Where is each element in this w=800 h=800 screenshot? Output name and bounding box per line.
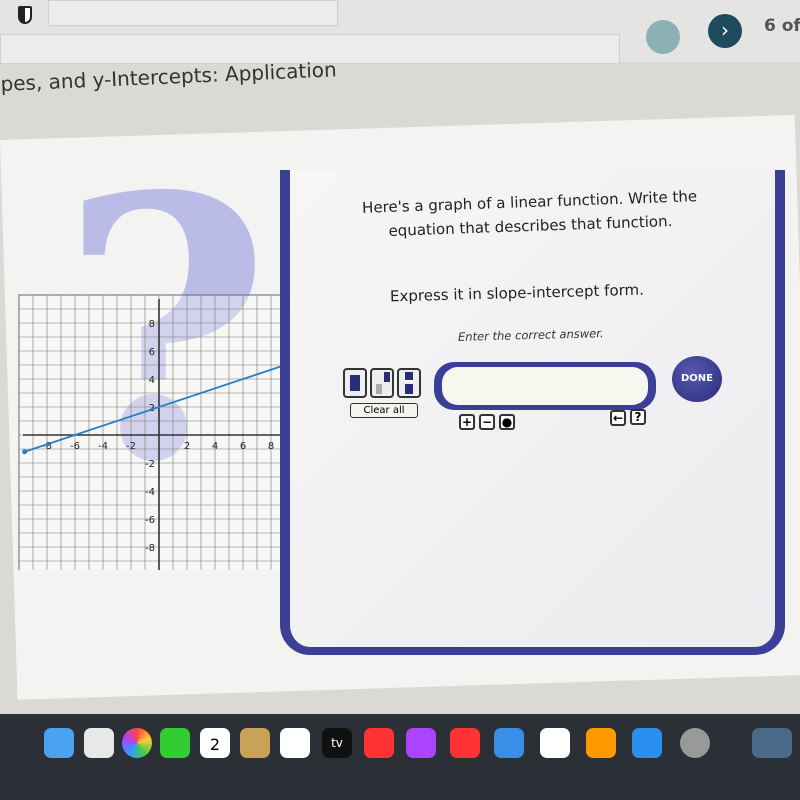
- news-icon[interactable]: [450, 728, 480, 758]
- photos-icon[interactable]: [122, 728, 152, 758]
- numbers-icon[interactable]: [540, 728, 570, 758]
- clear-all-button[interactable]: Clear all: [350, 403, 418, 418]
- x-tick-label: -6: [70, 441, 80, 452]
- x-tick-label: -4: [98, 441, 108, 452]
- maps-icon[interactable]: [84, 728, 114, 758]
- x-tick-label: 2: [184, 441, 190, 452]
- chevron-right-icon: ›: [721, 18, 729, 42]
- y-tick-label: 4: [149, 375, 155, 386]
- calendar-icon[interactable]: 2: [200, 728, 230, 758]
- plus-key[interactable]: +: [459, 414, 475, 430]
- previous-button[interactable]: [646, 20, 680, 54]
- question-progress: 6 of: [764, 16, 800, 36]
- settings-icon[interactable]: [680, 728, 710, 758]
- pages-icon[interactable]: [586, 728, 616, 758]
- backspace-key[interactable]: ←: [610, 410, 626, 426]
- x-tick-label: 4: [212, 441, 218, 452]
- y-tick-label: 8: [149, 319, 155, 330]
- y-tick-label: -4: [145, 487, 155, 498]
- y-tick-label: -8: [145, 543, 155, 554]
- podcasts-icon[interactable]: [406, 728, 436, 758]
- minus-key[interactable]: −: [479, 414, 495, 430]
- shield-icon: [18, 6, 32, 24]
- help-key[interactable]: ?: [630, 409, 646, 425]
- template-integer-button[interactable]: [343, 368, 367, 398]
- x-tick-label: 6: [240, 441, 246, 452]
- answer-input[interactable]: [442, 367, 648, 405]
- y-tick-label: 6: [149, 347, 155, 358]
- answer-box: [434, 362, 656, 410]
- mail-icon[interactable]: [44, 728, 74, 758]
- x-tick-label: 8: [268, 441, 274, 452]
- contacts-icon[interactable]: [240, 728, 270, 758]
- tv-icon[interactable]: tv: [322, 728, 352, 758]
- browser-tab[interactable]: [48, 0, 338, 26]
- template-fraction-button[interactable]: [397, 368, 421, 398]
- next-button[interactable]: ›: [708, 14, 742, 48]
- music-icon[interactable]: [364, 728, 394, 758]
- reminders-icon[interactable]: [280, 728, 310, 758]
- browser-toolbar: › 6 of: [0, 0, 800, 64]
- facetime-icon[interactable]: [160, 728, 190, 758]
- downloads-icon[interactable]: [752, 728, 792, 758]
- dock: [0, 714, 800, 800]
- y-tick-label: -2: [145, 459, 155, 470]
- x-tick-label: -2: [126, 441, 136, 452]
- dot-key[interactable]: ●: [499, 414, 515, 430]
- y-tick-label: -6: [145, 515, 155, 526]
- template-superscript-button[interactable]: [370, 368, 394, 398]
- done-button[interactable]: DONE: [672, 356, 722, 402]
- coordinate-graph: -8-6-4-224688642-2-4-6-8: [18, 294, 300, 570]
- app-store-icon[interactable]: [632, 728, 662, 758]
- line-arrow-left: [22, 449, 28, 455]
- keynote-icon[interactable]: [494, 728, 524, 758]
